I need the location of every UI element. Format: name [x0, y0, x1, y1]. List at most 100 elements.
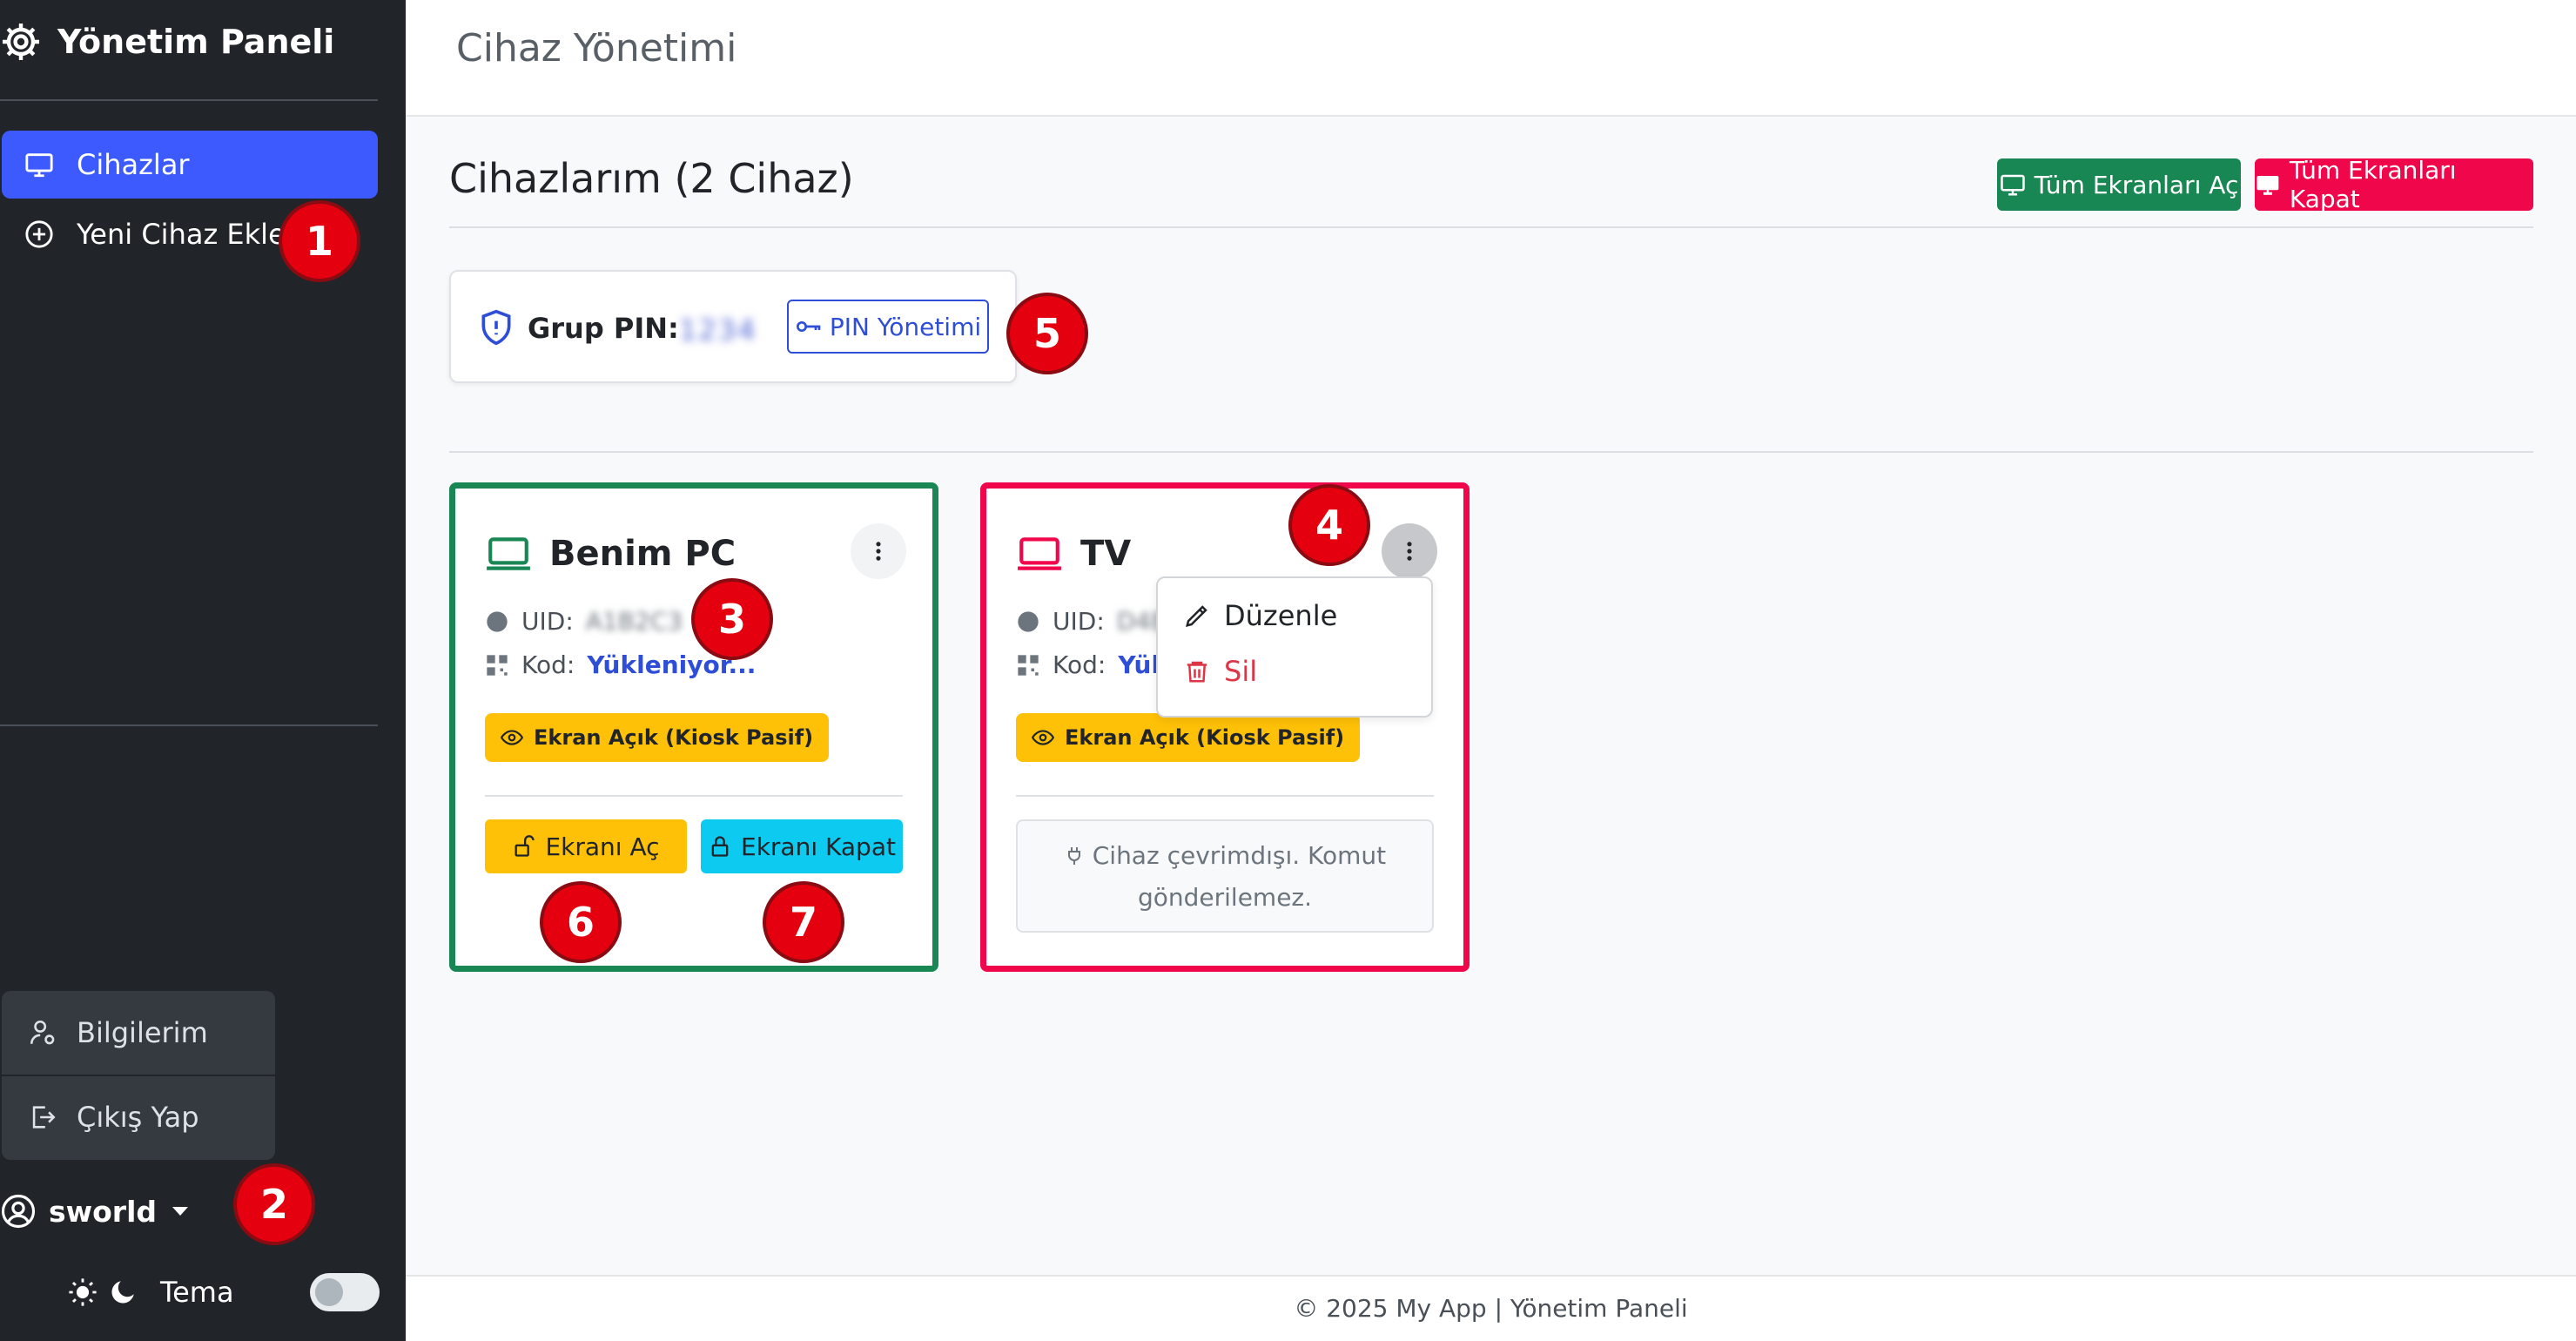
user-dropdown-menu: Bilgilerim Çıkış Yap — [2, 991, 275, 1160]
offline-message: Cihaz çevrimdışı. Komut gönderilemez. — [1016, 819, 1434, 933]
button-label: Tüm Ekranları Kapat — [2289, 156, 2457, 213]
gear-icon — [3, 24, 39, 60]
status-badge: Ekran Açık (Kiosk Pasif) — [1016, 713, 1361, 762]
annotation-marker-6: 6 — [540, 881, 622, 963]
key-icon — [796, 321, 821, 332]
device-code: Kod: Yükl — [1016, 650, 1176, 679]
fingerprint-icon — [1018, 610, 1039, 632]
open-screen-button[interactable]: Ekranı Aç — [485, 819, 687, 873]
pin-value: 1234 — [679, 313, 757, 347]
theme-switch[interactable] — [310, 1273, 380, 1311]
divider — [449, 226, 2533, 228]
caret-down-icon — [172, 1207, 189, 1216]
device-options-dropdown: Düzenle Sil — [1156, 576, 1433, 718]
theme-label: Tema — [160, 1276, 234, 1309]
eye-icon — [1032, 730, 1054, 745]
close-screen-button[interactable]: Ekranı Kapat — [701, 819, 903, 873]
device-options-button[interactable] — [851, 523, 906, 579]
unlock-icon — [515, 835, 535, 857]
uid-label: UID: — [521, 607, 574, 636]
lock-icon — [711, 836, 729, 857]
sidebar-divider — [0, 99, 378, 101]
monitor-icon — [25, 153, 53, 178]
sidebar-item-label: Yeni Cihaz Ekle — [77, 218, 286, 251]
logout-icon — [32, 1106, 56, 1129]
brand-title: Yönetim Paneli — [57, 23, 335, 61]
card-divider — [1016, 795, 1434, 797]
device-uid: UID: A1B2C3 — [485, 607, 683, 636]
sidebar-divider — [0, 724, 378, 726]
pin-label: Grup PIN: — [528, 312, 679, 345]
plus-circle-icon — [25, 220, 53, 248]
menu-item-label: Düzenle — [1224, 599, 1338, 632]
menu-item-label: Sil — [1224, 655, 1258, 688]
device-title: TV — [1016, 534, 1131, 574]
button-label: Ekranı Aç — [545, 832, 660, 861]
code-label: Kod: — [521, 650, 575, 679]
page-title: Cihazlarım (2 Cihaz) — [449, 155, 854, 202]
footer: © 2025 My App | Yönetim Paneli — [406, 1275, 2576, 1341]
device-title: Benim PC — [485, 534, 736, 574]
badge-label: Ekran Açık (Kiosk Pasif) — [1065, 725, 1345, 750]
sidebar-item-label: Cihazlar — [77, 148, 190, 181]
card-divider — [485, 795, 903, 797]
edit-menu-item[interactable]: Düzenle — [1184, 599, 1337, 632]
sidebar-item-cihazlar[interactable]: Cihazlar — [2, 131, 378, 199]
laptop-icon — [487, 537, 530, 570]
button-label: Ekranı Kapat — [741, 832, 896, 861]
annotation-marker-5: 5 — [1006, 293, 1088, 374]
pencil-icon — [1186, 605, 1207, 627]
user-gear-icon — [30, 1020, 55, 1045]
annotation-marker-1: 1 — [279, 200, 360, 282]
uid-value: A1B2C3 — [585, 607, 683, 636]
sidebar: Yönetim Paneli Cihazlar Yeni Cihaz Ekle … — [0, 0, 406, 1341]
annotation-marker-4: 4 — [1288, 484, 1370, 566]
badge-label: Ekran Açık (Kiosk Pasif) — [534, 725, 814, 750]
menu-item-label: Çıkış Yap — [77, 1101, 199, 1134]
plug-icon — [1067, 847, 1080, 865]
pin-management-button[interactable]: PIN Yönetimi — [787, 300, 989, 354]
top-header: Cihaz Yönetimi — [406, 0, 2576, 117]
qr-code-icon — [1018, 654, 1039, 676]
uid-label: UID: — [1053, 607, 1105, 636]
status-badge: Ekran Açık (Kiosk Pasif) — [485, 713, 830, 762]
device-card-benim-pc: Benim PC UID: A1B2C3 Kod: Yükleniyor... … — [449, 482, 938, 972]
button-label: PIN Yönetimi — [829, 312, 982, 341]
menu-item-bilgilerim[interactable]: Bilgilerim — [2, 991, 275, 1075]
sun-icon — [69, 1278, 97, 1306]
kebab-menu-icon — [876, 542, 881, 561]
qr-code-icon — [487, 654, 508, 676]
shield-icon — [481, 309, 511, 346]
group-pin-card: Grup PIN: 1234 PIN Yönetimi — [449, 270, 1017, 383]
annotation-marker-7: 7 — [763, 881, 844, 963]
annotation-marker-2: 2 — [233, 1163, 315, 1245]
user-menu-toggle[interactable]: sworld — [0, 1189, 189, 1233]
menu-item-cikis-yap[interactable]: Çıkış Yap — [2, 1075, 275, 1158]
brand[interactable]: Yönetim Paneli — [0, 16, 334, 68]
footer-text: © 2025 My App | Yönetim Paneli — [1294, 1294, 1688, 1323]
fingerprint-icon — [487, 610, 508, 632]
laptop-icon — [1018, 537, 1061, 570]
offline-text: Cihaz çevrimdışı. Komut gönderilemez. — [1092, 841, 1387, 912]
theme-toggle-row: Tema — [68, 1268, 380, 1317]
moon-icon — [111, 1281, 134, 1304]
monitor-filled-icon — [2257, 176, 2279, 195]
open-all-screens-button[interactable]: Tüm Ekranları Aç — [1997, 158, 2241, 211]
button-label: Tüm Ekranları Aç — [2034, 170, 2239, 199]
monitor-icon — [2000, 174, 2025, 196]
close-all-screens-button[interactable]: Tüm Ekranları Kapat — [2255, 156, 2533, 213]
delete-menu-item[interactable]: Sil — [1184, 655, 1257, 688]
menu-item-label: Bilgilerim — [77, 1016, 208, 1049]
eye-icon — [501, 730, 523, 745]
username: sworld — [49, 1194, 158, 1229]
device-options-button[interactable] — [1382, 523, 1437, 579]
divider — [449, 451, 2533, 453]
annotation-marker-3: 3 — [691, 578, 773, 660]
page-header-title: Cihaz Yönetimi — [456, 26, 737, 71]
user-circle-icon — [1, 1194, 36, 1229]
code-label: Kod: — [1053, 650, 1106, 679]
trash-icon — [1187, 661, 1207, 683]
kebab-menu-icon — [1407, 542, 1412, 561]
device-card-tv: TV UID: D4E5 Kod: Yükl Ekran Açık (Kiosk… — [980, 482, 1470, 972]
device-name: Benim PC — [549, 534, 736, 574]
